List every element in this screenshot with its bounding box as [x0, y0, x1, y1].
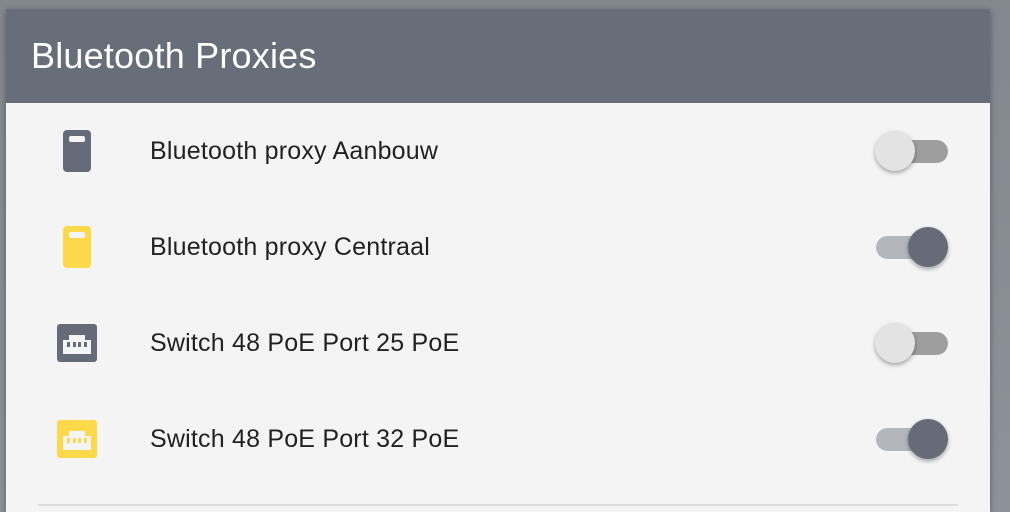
- entity-list: Bluetooth proxy Aanbouw Bluetooth proxy …: [6, 103, 990, 487]
- toggle-switch[interactable]: [875, 419, 949, 459]
- toggle-switch[interactable]: [875, 227, 949, 267]
- entity-label: Switch 48 PoE Port 25 PoE: [150, 328, 460, 357]
- entity-row-bluetooth-proxy-centraal[interactable]: Bluetooth proxy Centraal: [6, 199, 990, 295]
- toggle-switch[interactable]: [875, 131, 949, 171]
- bluetooth-proxy-device-icon: [54, 224, 100, 270]
- entity-label: Bluetooth proxy Aanbouw: [150, 136, 439, 165]
- toggle-thumb[interactable]: [908, 227, 948, 267]
- entity-row-switch-port-32[interactable]: Switch 48 PoE Port 32 PoE: [6, 391, 990, 487]
- card-title: Bluetooth Proxies: [31, 35, 317, 76]
- toggle-thumb[interactable]: [875, 131, 915, 171]
- card-header: Bluetooth Proxies: [6, 9, 990, 103]
- entity-row-bluetooth-proxy-aanbouw[interactable]: Bluetooth proxy Aanbouw: [6, 103, 990, 199]
- ethernet-port-icon: [54, 320, 100, 366]
- bluetooth-proxy-device-icon: [54, 128, 100, 174]
- toggle-thumb[interactable]: [875, 323, 915, 363]
- entity-label: Switch 48 PoE Port 32 PoE: [150, 424, 460, 453]
- entity-label: Bluetooth proxy Centraal: [150, 232, 430, 261]
- toggle-switch[interactable]: [875, 323, 949, 363]
- card-divider: [38, 504, 958, 506]
- ethernet-port-icon: [54, 416, 100, 462]
- toggle-thumb[interactable]: [908, 419, 948, 459]
- entity-row-switch-port-25[interactable]: Switch 48 PoE Port 25 PoE: [6, 295, 990, 391]
- bluetooth-proxies-card: Bluetooth Proxies Bluetooth proxy Aanbou…: [6, 9, 990, 512]
